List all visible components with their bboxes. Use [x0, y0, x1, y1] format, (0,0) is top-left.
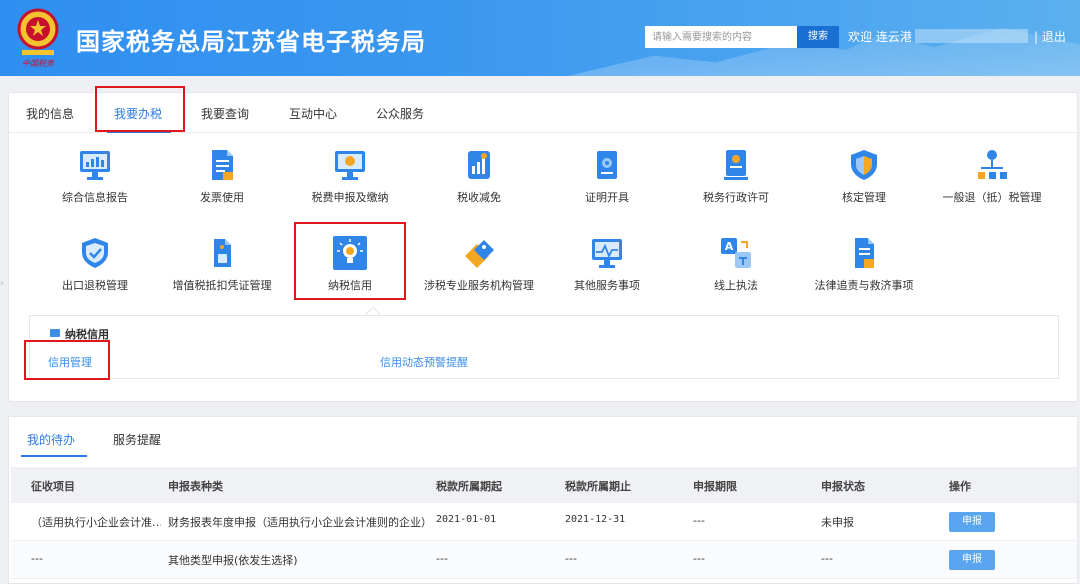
- service-info-report[interactable]: 综合信息报告: [30, 148, 160, 205]
- service-invoice[interactable]: 发票使用: [157, 148, 287, 205]
- service-label: 增值税抵扣凭证管理: [172, 279, 272, 292]
- declare-monitor-icon: [335, 151, 365, 180]
- table-cell: ---: [821, 552, 833, 565]
- monitor-chart-icon: [80, 151, 110, 180]
- table-row: --- 其他类型申报(依发生选择) --- --- --- --- 申报: [11, 541, 1077, 579]
- logo-text: 中国税务: [22, 59, 55, 68]
- side-collapse-icon[interactable]: ›: [0, 278, 6, 308]
- search-input[interactable]: [645, 26, 797, 48]
- logout-link[interactable]: | 退出: [1034, 28, 1066, 45]
- credit-card-icon: [50, 329, 60, 337]
- table-cell: ---: [436, 552, 448, 565]
- table-header: 征收项目 申报表种类 税款所属期起 税款所属期止 申报期限 申报状态 操作: [11, 467, 1077, 503]
- site-title: 国家税务总局江苏省电子税务局: [76, 28, 426, 56]
- highlight-credit-management: [24, 340, 110, 380]
- declare-button[interactable]: 申报: [949, 550, 995, 570]
- service-label: 证明开具: [585, 191, 629, 204]
- tab-my-info[interactable]: 我的信息: [26, 105, 74, 122]
- service-label: 法律追责与救济事项: [814, 279, 914, 292]
- highlight-tax-credit: [294, 222, 406, 300]
- pulse-monitor-icon: [592, 239, 622, 268]
- service-export-refund[interactable]: 出口退税管理: [30, 236, 160, 293]
- tax-emblem-logo: 中国税务: [17, 8, 59, 68]
- col-header: 申报表种类: [168, 480, 223, 493]
- legal-document-icon: [855, 238, 874, 268]
- todo-panel: 我的待办 服务提醒 征收项目 申报表种类 税款所属期起 税款所属期止 申报期限 …: [8, 416, 1078, 584]
- certificate-icon: [597, 151, 617, 179]
- table-cell: ---: [693, 552, 705, 565]
- service-tax-relief[interactable]: 税收减免: [414, 148, 544, 205]
- user-name-redacted: [915, 29, 1028, 43]
- site-header: 中国税务 国家税务总局江苏省电子税务局 搜索 欢迎 连云港 | 退出: [0, 0, 1080, 76]
- translate-icon: A: [721, 238, 751, 268]
- invoice-document-icon: [212, 150, 233, 180]
- col-header: 申报状态: [821, 480, 865, 493]
- tax-relief-chart-icon: [468, 151, 490, 179]
- service-label: 税务行政许可: [703, 191, 769, 204]
- shield-check-icon: [851, 150, 877, 180]
- table-cell: 财务报表年度申报（适用执行小企业会计准则的企业）: [168, 516, 430, 529]
- service-certificate[interactable]: 证明开具: [542, 148, 672, 205]
- service-label: 综合信息报告: [62, 191, 128, 204]
- tab-service-reminder[interactable]: 服务提醒: [113, 431, 161, 448]
- service-label: 核定管理: [842, 191, 886, 204]
- service-agency-mgmt[interactable]: 涉税专业服务机构管理: [414, 236, 544, 293]
- service-label: 发票使用: [200, 191, 244, 204]
- table-row: （适用执行小企业会计准… 财务报表年度申报（适用执行小企业会计准则的企业） 20…: [11, 503, 1077, 541]
- service-legal-remedy[interactable]: 法律追责与救济事项: [799, 236, 929, 293]
- table-cell: ---: [31, 552, 43, 565]
- table-cell: （适用执行小企业会计准…: [31, 516, 161, 529]
- service-label: 税费申报及缴纳: [311, 191, 389, 204]
- svg-text:A: A: [725, 240, 734, 253]
- table-cell: ---: [693, 514, 705, 527]
- service-declare-pay[interactable]: 税费申报及缴纳: [285, 148, 415, 205]
- col-header: 操作: [949, 480, 971, 493]
- credit-submenu: 纳税信用 信用管理 信用动态预警提醒: [29, 315, 1059, 379]
- credit-warning-link[interactable]: 信用动态预警提醒: [380, 354, 468, 370]
- service-assessment[interactable]: 核定管理: [799, 148, 929, 205]
- col-header: 征收项目: [31, 480, 75, 493]
- service-label: 线上执法: [714, 279, 758, 292]
- declare-button[interactable]: 申报: [949, 512, 995, 532]
- service-label: 涉税专业服务机构管理: [424, 279, 534, 292]
- table-cell: 2021-01-01: [436, 514, 497, 525]
- service-label: 其他服务事项: [574, 279, 640, 292]
- service-vat-voucher[interactable]: 增值税抵扣凭证管理: [157, 236, 287, 293]
- tab-public-service[interactable]: 公众服务: [376, 105, 424, 122]
- service-other[interactable]: 其他服务事项: [542, 236, 672, 293]
- tab-my-todo[interactable]: 我的待办: [27, 431, 75, 448]
- todo-tabs: 我的待办 服务提醒: [9, 417, 1077, 457]
- table-cell: 2021-12-31: [565, 514, 626, 525]
- service-label: 税收减免: [457, 191, 501, 204]
- tags-icon: [465, 240, 494, 268]
- service-admin-permit[interactable]: 税务行政许可: [671, 148, 801, 205]
- service-label: 出口退税管理: [62, 279, 128, 292]
- service-label: 一般退（抵）税管理: [942, 191, 1042, 204]
- welcome-text: 欢迎 连云港: [848, 30, 912, 44]
- service-panel: 我的信息 我要办税 我要查询 互动中心 公众服务 综合信息报告 发票使用 税费申…: [8, 92, 1078, 402]
- table-cell: 其他类型申报(依发生选择): [168, 554, 298, 567]
- permit-id-icon: [724, 150, 748, 180]
- table-cell: 未申报: [821, 516, 854, 529]
- col-header: 税款所属期止: [565, 480, 631, 493]
- org-tree-icon: [978, 150, 1007, 179]
- col-header: 申报期限: [693, 480, 737, 493]
- search-button[interactable]: 搜索: [797, 26, 839, 48]
- service-online-enforcement[interactable]: A 线上执法: [671, 236, 801, 293]
- col-header: 税款所属期起: [436, 480, 502, 493]
- table-cell: ---: [565, 552, 577, 565]
- highlight-tab-do-tax: [95, 86, 185, 132]
- voucher-doc-icon: [214, 239, 231, 267]
- service-refund[interactable]: 一般退（抵）税管理: [927, 148, 1057, 205]
- tab-interaction[interactable]: 互动中心: [289, 105, 337, 122]
- tab-query[interactable]: 我要查询: [201, 105, 249, 122]
- active-tab-indicator: [21, 455, 87, 457]
- shield-icon: [82, 238, 108, 268]
